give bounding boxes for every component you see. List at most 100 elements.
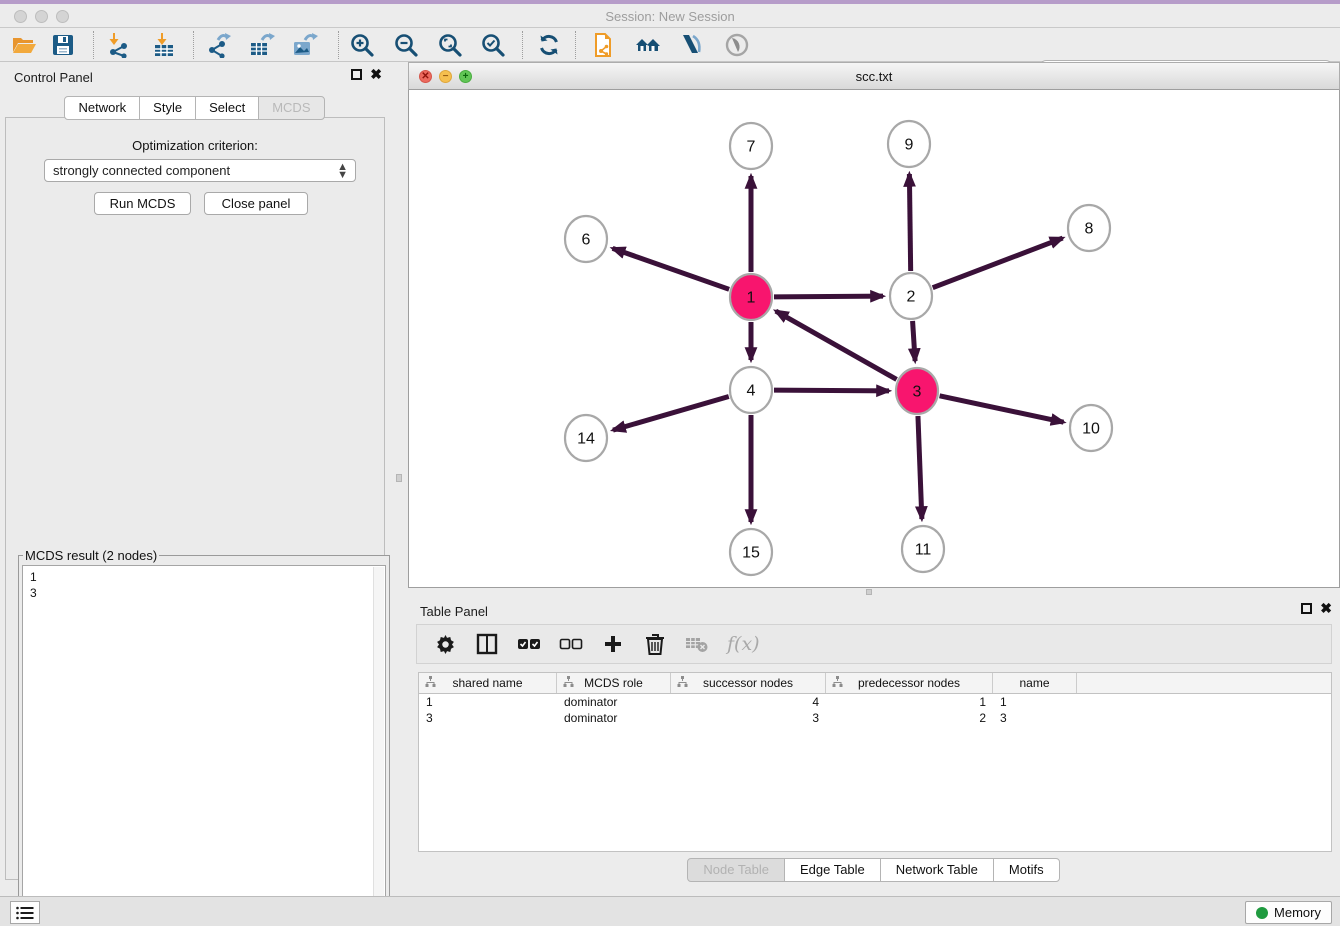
graph-edge-2-8[interactable]: [933, 238, 1063, 288]
window-title: Session: New Session: [0, 9, 1340, 24]
graph-node-label-11: 11: [915, 542, 932, 559]
style-visibility-icon[interactable]: [677, 31, 707, 59]
graph-node-label-10: 10: [1082, 421, 1100, 438]
graph-node-label-15: 15: [742, 545, 760, 562]
network-window-titlebar[interactable]: ✕ − + scc.txt: [408, 62, 1340, 90]
toolbar-separator: [338, 31, 339, 59]
close-table-panel-icon[interactable]: ✖: [1320, 603, 1332, 614]
graph-edge-1-2[interactable]: [774, 296, 883, 297]
import-table-icon[interactable]: [149, 31, 179, 59]
graph-edge-3-1[interactable]: [776, 311, 897, 379]
cell-mcds-role: dominator: [557, 710, 671, 726]
select-stepper-icon: ▲▼: [337, 163, 347, 179]
vertical-splitter[interactable]: [390, 62, 408, 896]
tab-node-table[interactable]: Node Table: [687, 858, 785, 882]
deselect-all-rows-icon[interactable]: [559, 632, 583, 656]
tab-network[interactable]: Network: [64, 96, 140, 120]
splitter-grip[interactable]: [866, 589, 872, 595]
tab-style[interactable]: Style: [139, 96, 196, 120]
column-header-successor-nodes[interactable]: successor nodes: [671, 673, 826, 693]
cell-name: 3: [993, 710, 1077, 726]
cell-predecessor-nodes: 2: [826, 710, 993, 726]
toolbar-separator: [522, 31, 523, 59]
graph-edge-2-3[interactable]: [913, 321, 916, 361]
close-panel-button[interactable]: Close panel: [204, 192, 308, 215]
graph-node-label-8: 8: [1085, 221, 1094, 238]
main-toolbar: [0, 28, 1340, 62]
graph-node-label-6: 6: [582, 232, 591, 249]
horizontal-splitter[interactable]: [408, 588, 1340, 596]
column-visibility-icon[interactable]: [475, 632, 499, 656]
table-panel-title: Table Panel: [420, 604, 488, 619]
mcds-panel: Optimization criterion: strongly connect…: [5, 117, 385, 880]
import-network-icon[interactable]: [103, 31, 133, 59]
graph-edge-3-10[interactable]: [940, 396, 1064, 422]
table-row[interactable]: 3 dominator 3 2 3: [419, 710, 1331, 726]
tab-select[interactable]: Select: [195, 96, 259, 120]
table-toolbar: f(x): [416, 624, 1332, 664]
graph-node-label-7: 7: [747, 139, 756, 156]
run-mcds-button[interactable]: Run MCDS: [94, 192, 191, 215]
network-overview-icon[interactable]: [633, 31, 663, 59]
select-all-rows-icon[interactable]: [517, 632, 541, 656]
table-settings-gear-icon[interactable]: [433, 632, 457, 656]
status-bar: Memory: [0, 896, 1340, 926]
cell-predecessor-nodes: 1: [826, 694, 993, 710]
graph-node-label-1: 1: [747, 290, 756, 307]
zoom-in-icon[interactable]: [347, 31, 377, 59]
list-icon: [16, 906, 34, 920]
selected-criterion: strongly connected component: [53, 163, 337, 178]
close-panel-icon[interactable]: ✖: [370, 69, 382, 80]
open-file-icon[interactable]: [9, 31, 39, 59]
zoom-out-icon[interactable]: [391, 31, 421, 59]
cell-successor-nodes: 4: [671, 694, 826, 710]
toolbar-separator: [193, 31, 194, 59]
refresh-icon[interactable]: [534, 31, 564, 59]
table-panel: Table Panel ✖ f(x): [408, 596, 1340, 896]
graph-edge-4-14[interactable]: [613, 396, 729, 430]
column-header-predecessor-nodes[interactable]: predecessor nodes: [826, 673, 993, 693]
graph-edge-3-11[interactable]: [918, 416, 922, 519]
tab-network-table[interactable]: Network Table: [880, 858, 994, 882]
function-builder-icon-disabled: f(x): [727, 633, 760, 655]
float-table-panel-icon[interactable]: [1301, 603, 1312, 614]
tab-mcds[interactable]: MCDS: [258, 96, 324, 120]
table-header-row: shared name MCDS role successor nodes pr…: [419, 673, 1331, 694]
control-panel-tabs: Network Style Select MCDS: [0, 96, 390, 120]
memory-button[interactable]: Memory: [1245, 901, 1332, 924]
network-graph[interactable]: 1234678910111415: [409, 90, 1339, 587]
export-image-icon[interactable]: [290, 31, 320, 59]
result-scrollbar[interactable]: [373, 567, 384, 923]
tab-motifs[interactable]: Motifs: [993, 858, 1060, 882]
cell-mcds-role: dominator: [557, 694, 671, 710]
add-column-icon[interactable]: [601, 632, 625, 656]
clone-network-icon[interactable]: [589, 31, 619, 59]
table-panel-tabs: Node Table Edge Table Network Table Moti…: [408, 858, 1340, 882]
export-table-icon[interactable]: [247, 31, 277, 59]
graph-edge-2-9[interactable]: [909, 174, 910, 271]
network-canvas[interactable]: 1234678910111415: [408, 90, 1340, 588]
table-row[interactable]: 1 dominator 4 1 1: [419, 694, 1331, 710]
delete-table-icon-disabled: [685, 632, 709, 656]
tab-edge-table[interactable]: Edge Table: [784, 858, 881, 882]
node-table[interactable]: shared name MCDS role successor nodes pr…: [418, 672, 1332, 852]
delete-column-icon[interactable]: [643, 632, 667, 656]
hierarchy-icon: [563, 676, 574, 690]
result-line: 1: [30, 569, 385, 585]
network-window-title: scc.txt: [409, 69, 1339, 84]
mcds-result-text[interactable]: 1 3: [22, 565, 386, 925]
column-header-shared-name[interactable]: shared name: [419, 673, 557, 693]
graph-edge-4-3[interactable]: [774, 390, 889, 391]
zoom-fit-icon[interactable]: [435, 31, 465, 59]
optimization-criterion-select[interactable]: strongly connected component ▲▼: [44, 159, 356, 182]
memory-label: Memory: [1274, 905, 1321, 920]
task-history-button[interactable]: [10, 901, 40, 924]
float-panel-icon[interactable]: [351, 69, 362, 80]
graph-edge-1-6[interactable]: [613, 248, 730, 289]
splitter-grip[interactable]: [396, 474, 402, 482]
column-header-name[interactable]: name: [993, 673, 1077, 693]
export-network-icon[interactable]: [204, 31, 234, 59]
zoom-selected-icon[interactable]: [478, 31, 508, 59]
column-header-mcds-role[interactable]: MCDS role: [557, 673, 671, 693]
save-session-icon[interactable]: [48, 31, 78, 59]
